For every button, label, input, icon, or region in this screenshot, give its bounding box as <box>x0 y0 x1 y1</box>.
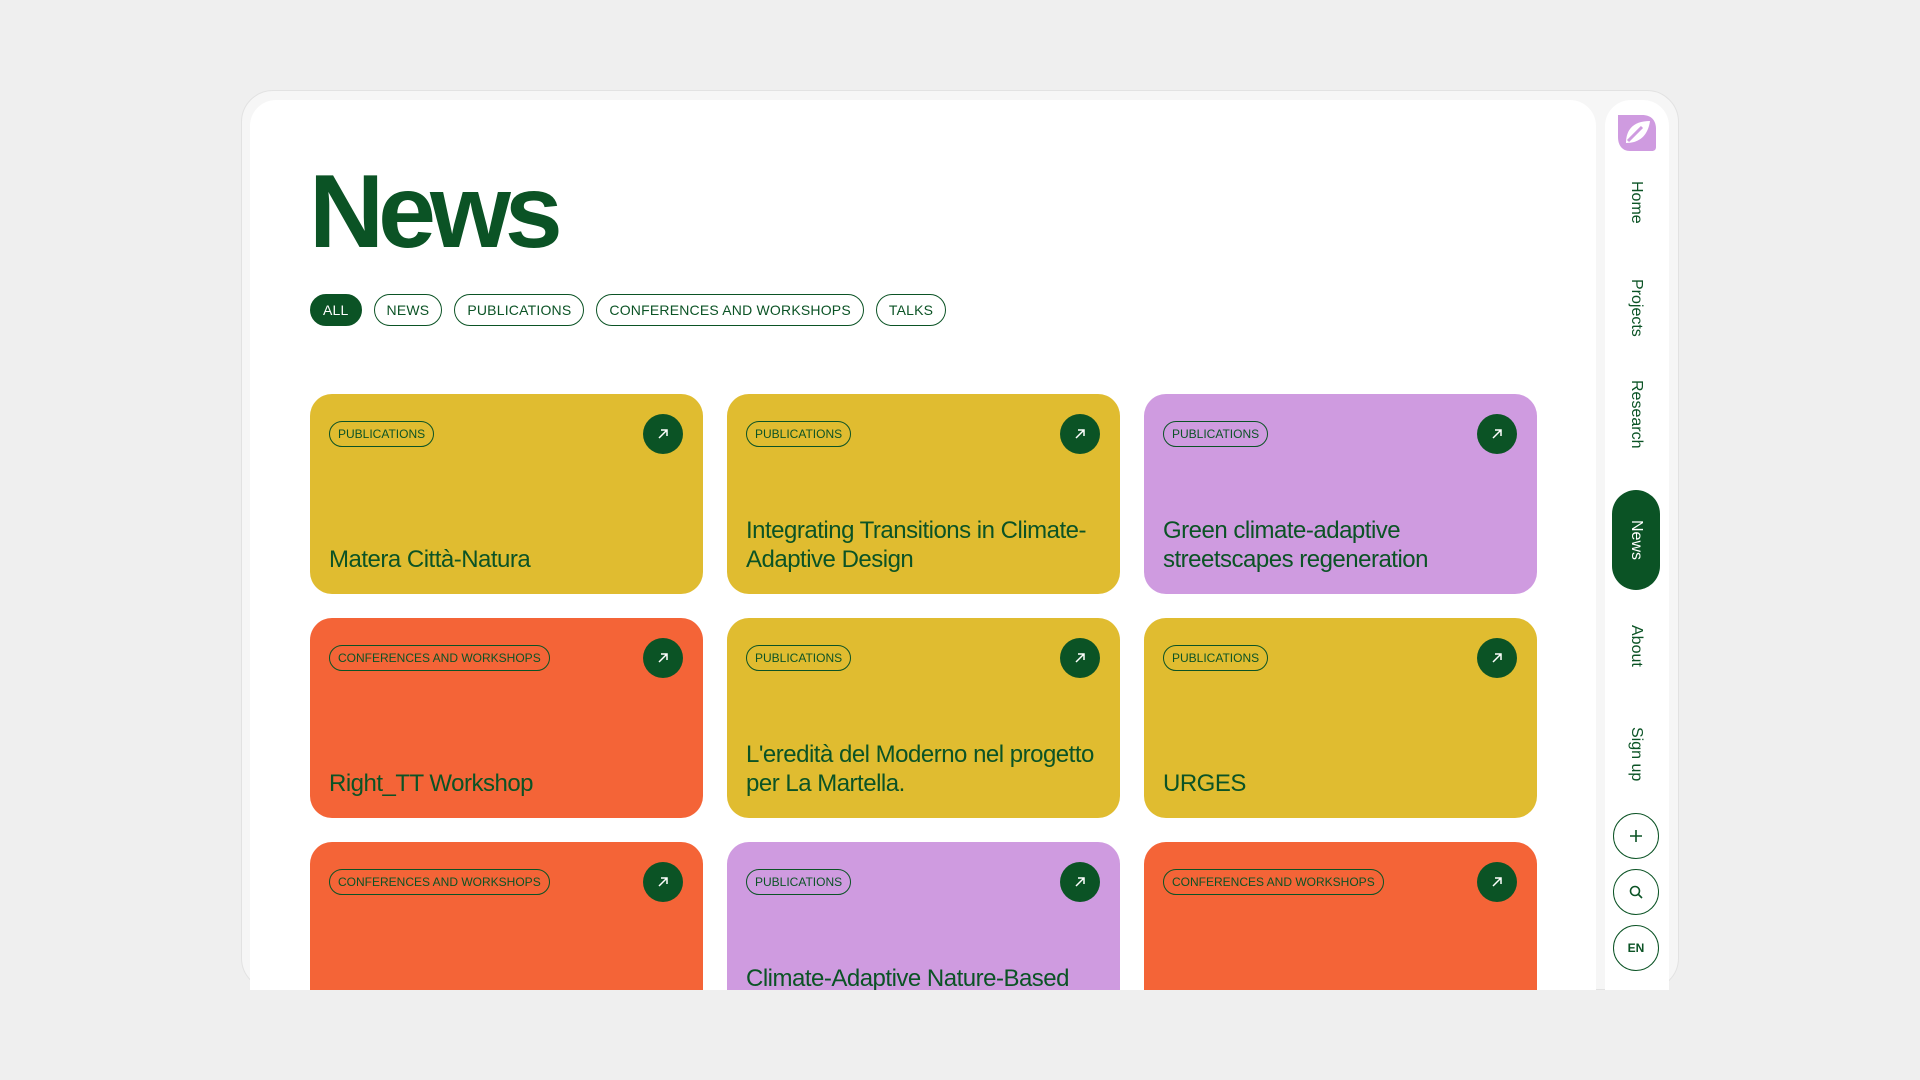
news-card[interactable]: PUBLICATIONS Climate-Adaptive Nature-Base… <box>727 842 1120 990</box>
card-title: Green climate-adaptive streetscapes rege… <box>1163 517 1429 573</box>
logo-icon[interactable] <box>1612 107 1662 157</box>
open-card-button[interactable] <box>643 414 683 454</box>
card-category-tag: PUBLICATIONS <box>1163 645 1269 671</box>
page-title: News <box>309 154 563 270</box>
add-button[interactable] <box>1613 813 1659 859</box>
sidebar-item-projects[interactable]: Projects <box>1612 266 1660 350</box>
open-card-button[interactable] <box>1477 638 1517 678</box>
sidebar-item-news[interactable]: News <box>1612 490 1660 590</box>
sidebar-item-label: Sign up <box>1628 726 1645 782</box>
open-card-button[interactable] <box>1477 862 1517 902</box>
search-button[interactable] <box>1613 869 1659 915</box>
filter-publications[interactable]: PUBLICATIONS <box>454 294 585 326</box>
card-title: Right_TT Workshop <box>329 770 534 797</box>
card-category-tag: CONFERENCES AND WORKSHOPS <box>329 869 550 895</box>
arrow-up-right-icon <box>1492 429 1502 439</box>
card-category-tag: PUBLICATIONS <box>1163 421 1269 447</box>
news-card[interactable]: PUBLICATIONS Green climate-adaptive stree… <box>1144 394 1537 594</box>
sidebar-item-label: Projects <box>1628 279 1645 337</box>
open-card-button[interactable] <box>1060 862 1100 902</box>
card-category-tag: CONFERENCES AND WORKSHOPS <box>1163 869 1384 895</box>
news-card[interactable]: PUBLICATIONS L'eredità del Moderno nel pr… <box>727 618 1120 818</box>
sidebar-item-research[interactable]: Research <box>1612 372 1660 456</box>
arrow-up-right-icon <box>1492 653 1502 663</box>
arrow-up-right-icon <box>658 877 668 887</box>
card-title: Integrating Transitions in Climate-Adapt… <box>746 517 1087 573</box>
open-card-button[interactable] <box>1060 414 1100 454</box>
main-content: News ALL NEWS PUBLICATIONS CONFERENCES A… <box>250 100 1596 990</box>
sidebar-item-label: News <box>1628 519 1645 560</box>
filter-talks[interactable]: TALKS <box>875 294 947 326</box>
arrow-up-right-icon <box>1075 429 1085 439</box>
sidebar-item-label: Research <box>1628 379 1645 449</box>
filter-all[interactable]: ALL <box>310 294 362 326</box>
card-title: L'eredità del Moderno nel progetto per L… <box>746 741 1094 797</box>
news-card[interactable]: CONFERENCES AND WORKSHOPS <box>1144 842 1537 990</box>
news-card[interactable]: PUBLICATIONS Integrating Transitions in C… <box>727 394 1120 594</box>
arrow-up-right-icon <box>658 653 668 663</box>
arrow-up-right-icon <box>1075 653 1085 663</box>
language-button[interactable]: EN <box>1613 925 1659 971</box>
open-card-button[interactable] <box>1477 414 1517 454</box>
arrow-up-right-icon <box>1492 877 1502 887</box>
news-card[interactable]: CONFERENCES AND WORKSHOPS Right_TT Worksh… <box>310 618 703 818</box>
sidebar-nav: Home Projects Research News About Sign u… <box>1605 100 1669 990</box>
filter-bar: ALL NEWS PUBLICATIONS CONFERENCES AND WO… <box>310 294 947 326</box>
card-category-tag: PUBLICATIONS <box>746 645 852 671</box>
sidebar-item-about[interactable]: About <box>1612 604 1660 688</box>
news-card[interactable]: PUBLICATIONS URGES <box>1144 618 1537 818</box>
arrow-up-right-icon <box>658 429 668 439</box>
sidebar-item-home[interactable]: Home <box>1612 160 1660 244</box>
open-card-button[interactable] <box>643 862 683 902</box>
search-icon <box>1629 885 1643 899</box>
sidebar-item-sign-up[interactable]: Sign up <box>1612 712 1660 796</box>
sidebar-item-label: About <box>1628 625 1645 667</box>
news-card[interactable]: CONFERENCES AND WORKSHOPS <box>310 842 703 990</box>
card-category-tag: PUBLICATIONS <box>329 421 435 447</box>
card-category-tag: PUBLICATIONS <box>746 869 852 895</box>
news-card[interactable]: PUBLICATIONS Matera Città-Natura <box>310 394 703 594</box>
card-title: Climate-Adaptive Nature-Based Regenerati… <box>746 965 1070 990</box>
sidebar-item-label: Home <box>1628 180 1645 224</box>
open-card-button[interactable] <box>1060 638 1100 678</box>
open-card-button[interactable] <box>643 638 683 678</box>
card-title: URGES <box>1163 770 1246 797</box>
card-category-tag: PUBLICATIONS <box>746 421 852 447</box>
arrow-up-right-icon <box>1075 877 1085 887</box>
card-title: Matera Città-Natura <box>329 546 531 573</box>
card-category-tag: CONFERENCES AND WORKSHOPS <box>329 645 550 671</box>
filter-news[interactable]: NEWS <box>373 294 443 326</box>
filter-conferences-and-workshops[interactable]: CONFERENCES AND WORKSHOPS <box>596 294 864 326</box>
plus-icon <box>1630 830 1642 842</box>
